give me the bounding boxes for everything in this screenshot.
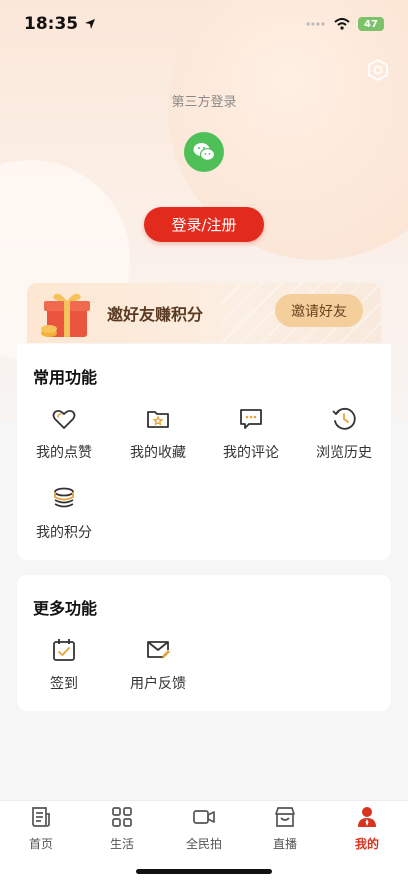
user-feedback-item[interactable]: 用户反馈 <box>111 637 205 693</box>
folder-star-icon <box>147 411 169 428</box>
wifi-icon <box>334 18 350 30</box>
coins-icon <box>54 487 74 508</box>
more-functions-title: 更多功能 <box>33 599 98 618</box>
signal-icon <box>306 22 325 26</box>
tab-citizen-shoot[interactable]: 全民拍 <box>163 805 245 852</box>
common-functions-title: 常用功能 <box>33 368 98 387</box>
heart-icon <box>52 409 76 429</box>
my-points-item[interactable]: 我的积分 <box>17 486 111 542</box>
check-in-item[interactable]: 签到 <box>17 637 111 693</box>
calendar-check-icon <box>53 639 75 661</box>
comment-icon <box>240 409 262 429</box>
news-icon <box>32 807 50 827</box>
video-camera-icon <box>193 810 215 824</box>
my-favorites-item[interactable]: 我的收藏 <box>111 406 205 462</box>
more-functions-card: 更多功能 签到 用户反馈 <box>17 575 391 711</box>
tab-citizen-shoot-label: 全民拍 <box>185 837 222 851</box>
tab-life[interactable]: 生活 <box>81 805 163 852</box>
my-comments-label: 我的评论 <box>223 445 279 461</box>
user-feedback-label: 用户反馈 <box>130 676 186 692</box>
invite-title: 邀好友赚积分 <box>107 305 204 324</box>
my-likes-item[interactable]: 我的点赞 <box>17 406 111 462</box>
tab-mine-label: 我的 <box>354 837 379 851</box>
grid-icon <box>112 807 132 827</box>
clock-text: 18:35 <box>24 14 79 34</box>
home-indicator[interactable] <box>136 869 272 874</box>
user-icon <box>358 807 376 827</box>
my-likes-label: 我的点赞 <box>36 445 92 461</box>
browse-history-label: 浏览历史 <box>316 445 372 461</box>
gift-icon <box>41 293 90 337</box>
tab-live[interactable]: 直播 <box>244 805 326 852</box>
settings-gear-icon[interactable] <box>366 58 390 82</box>
battery-icon: 47 <box>358 17 384 31</box>
browse-history-item[interactable]: 浏览历史 <box>297 406 391 462</box>
common-functions-card: 常用功能 我的点赞 我的收藏 我的评论 浏览历史 我的积分 <box>17 344 391 560</box>
wechat-login-button[interactable] <box>184 132 224 172</box>
check-in-label: 签到 <box>50 676 78 692</box>
wechat-icon <box>193 143 216 161</box>
tab-life-label: 生活 <box>109 837 134 851</box>
tab-live-label: 直播 <box>272 837 297 851</box>
battery-level: 47 <box>364 18 378 30</box>
live-store-icon <box>275 807 295 827</box>
tab-home[interactable]: 首页 <box>0 805 82 852</box>
invite-friends-button[interactable]: 邀请好友 <box>275 294 363 327</box>
my-points-label: 我的积分 <box>36 525 92 541</box>
login-register-button[interactable]: 登录/注册 <box>144 207 264 242</box>
invite-banner[interactable]: 邀好友赚积分 邀请好友 <box>27 283 381 343</box>
third-party-login-label: 第三方登录 <box>171 95 237 110</box>
tab-mine[interactable]: 我的 <box>326 805 408 852</box>
location-arrow-icon <box>85 19 96 29</box>
history-icon <box>332 407 356 430</box>
status-indicators: 47 <box>306 17 384 31</box>
mail-edit-icon <box>147 641 170 659</box>
tab-home-label: 首页 <box>28 837 53 851</box>
my-favorites-label: 我的收藏 <box>130 445 186 461</box>
status-bar: 18:35 47 <box>0 0 408 48</box>
status-time: 18:35 <box>24 14 96 34</box>
my-comments-item[interactable]: 我的评论 <box>204 406 298 462</box>
